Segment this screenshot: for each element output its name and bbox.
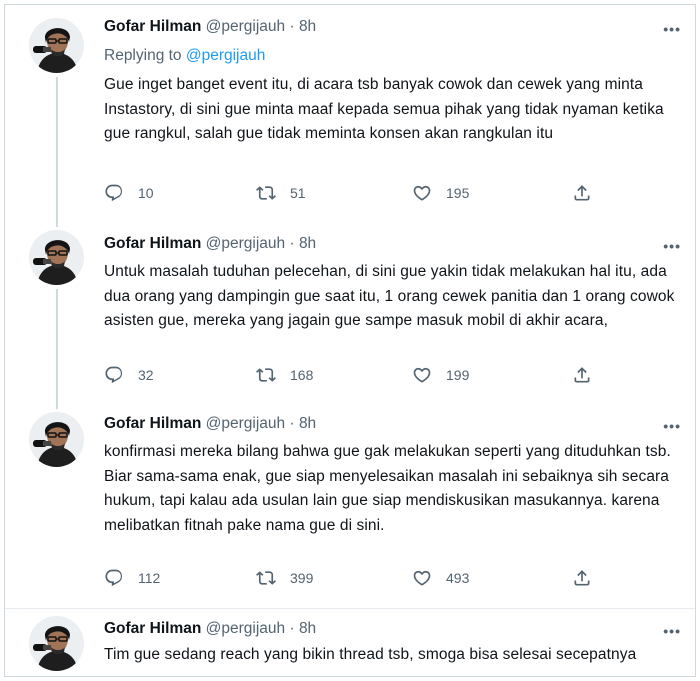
share-icon — [572, 183, 592, 203]
separator-dot: · — [285, 18, 299, 35]
tweet-header: Gofar Hilman @pergijauh · 8h — [104, 415, 316, 433]
tweet[interactable]: Gofar Hilman @pergijauh · 8h ••• Replyin… — [5, 5, 695, 215]
retweet-icon — [256, 183, 276, 203]
retweet-button[interactable]: 51 — [256, 183, 306, 203]
like-count: 195 — [446, 185, 470, 201]
tweet-header: Gofar Hilman @pergijauh · 8h — [104, 235, 316, 253]
share-button[interactable] — [572, 183, 606, 203]
heart-icon — [412, 365, 432, 385]
tweet-header: Gofar Hilman @pergijauh · 8h — [104, 18, 316, 36]
heart-icon — [412, 568, 432, 588]
author-handle[interactable]: @pergijauh — [206, 235, 286, 252]
like-count: 493 — [446, 570, 470, 586]
tweet[interactable]: Gofar Hilman @pergijauh · 8h ••• Tim gue… — [5, 609, 695, 676]
reply-icon — [104, 183, 124, 203]
tweet-text: Untuk masalah tuduhan pelecehan, di sini… — [104, 263, 675, 329]
separator-dot: · — [285, 620, 299, 637]
avatar[interactable] — [29, 230, 84, 285]
like-button[interactable]: 493 — [412, 568, 469, 588]
tweet-actions: 10 51 195 — [104, 183, 604, 205]
like-button[interactable]: 199 — [412, 365, 469, 385]
thread-connector-line — [56, 215, 58, 227]
timestamp[interactable]: 8h — [299, 620, 316, 637]
more-icon[interactable]: ••• — [663, 238, 681, 254]
tweet-text: Tim gue sedang reach yang bikin thread t… — [104, 646, 637, 663]
more-icon[interactable]: ••• — [663, 623, 681, 639]
thread-connector-line — [56, 289, 58, 405]
share-button[interactable] — [572, 568, 606, 588]
tweet-actions: 32 168 199 — [104, 365, 604, 387]
author-handle[interactable]: @pergijauh — [206, 415, 286, 432]
thread-connector-line — [56, 77, 58, 215]
retweet-icon — [256, 568, 276, 588]
thread-connector-line — [56, 405, 58, 409]
reply-button[interactable]: 112 — [104, 568, 160, 588]
reply-button[interactable]: 10 — [104, 183, 154, 203]
timestamp[interactable]: 8h — [299, 18, 316, 35]
reply-count: 32 — [138, 367, 154, 383]
reply-count: 10 — [138, 185, 154, 201]
author-name[interactable]: Gofar Hilman — [104, 415, 201, 432]
tweet-text: konfirmasi mereka bilang bahwa gue gak m… — [104, 443, 671, 534]
author-name[interactable]: Gofar Hilman — [104, 235, 201, 252]
timestamp[interactable]: 8h — [299, 235, 316, 252]
more-icon[interactable]: ••• — [663, 418, 681, 434]
tweet[interactable]: Gofar Hilman @pergijauh · 8h ••• Untuk m… — [5, 215, 695, 405]
retweet-icon — [256, 365, 276, 385]
separator-dot: · — [285, 235, 299, 252]
author-handle[interactable]: @pergijauh — [206, 620, 286, 637]
share-icon — [572, 568, 592, 588]
like-count: 199 — [446, 367, 470, 383]
tweet[interactable]: Gofar Hilman @pergijauh · 8h ••• konfirm… — [5, 405, 695, 608]
more-icon[interactable]: ••• — [663, 21, 681, 37]
reply-count: 112 — [138, 570, 161, 586]
timestamp[interactable]: 8h — [299, 415, 316, 432]
retweet-button[interactable]: 168 — [256, 365, 313, 385]
separator-dot: · — [285, 415, 299, 432]
tweet-actions: 112 399 493 — [104, 568, 604, 590]
share-icon — [572, 365, 592, 385]
author-name[interactable]: Gofar Hilman — [104, 18, 201, 35]
retweet-count: 168 — [290, 367, 314, 383]
avatar[interactable] — [29, 18, 84, 73]
like-button[interactable]: 195 — [412, 183, 469, 203]
avatar[interactable] — [29, 412, 84, 467]
thread-frame: Gofar Hilman @pergijauh · 8h ••• Replyin… — [4, 4, 696, 677]
tweet-header: Gofar Hilman @pergijauh · 8h — [104, 620, 316, 638]
replying-to: Replying to @pergijauh — [104, 47, 265, 65]
retweet-count: 51 — [290, 185, 306, 201]
replying-to-handle[interactable]: @pergijauh — [186, 47, 266, 64]
avatar[interactable] — [29, 616, 84, 671]
replying-to-label: Replying to — [104, 47, 186, 64]
retweet-count: 399 — [290, 570, 314, 586]
reply-button[interactable]: 32 — [104, 365, 154, 385]
author-name[interactable]: Gofar Hilman — [104, 620, 201, 637]
share-button[interactable] — [572, 365, 606, 385]
author-handle[interactable]: @pergijauh — [206, 18, 286, 35]
heart-icon — [412, 183, 432, 203]
reply-icon — [104, 568, 124, 588]
retweet-button[interactable]: 399 — [256, 568, 313, 588]
reply-icon — [104, 365, 124, 385]
tweet-text: Gue inget banget event itu, di acara tsb… — [104, 76, 664, 142]
